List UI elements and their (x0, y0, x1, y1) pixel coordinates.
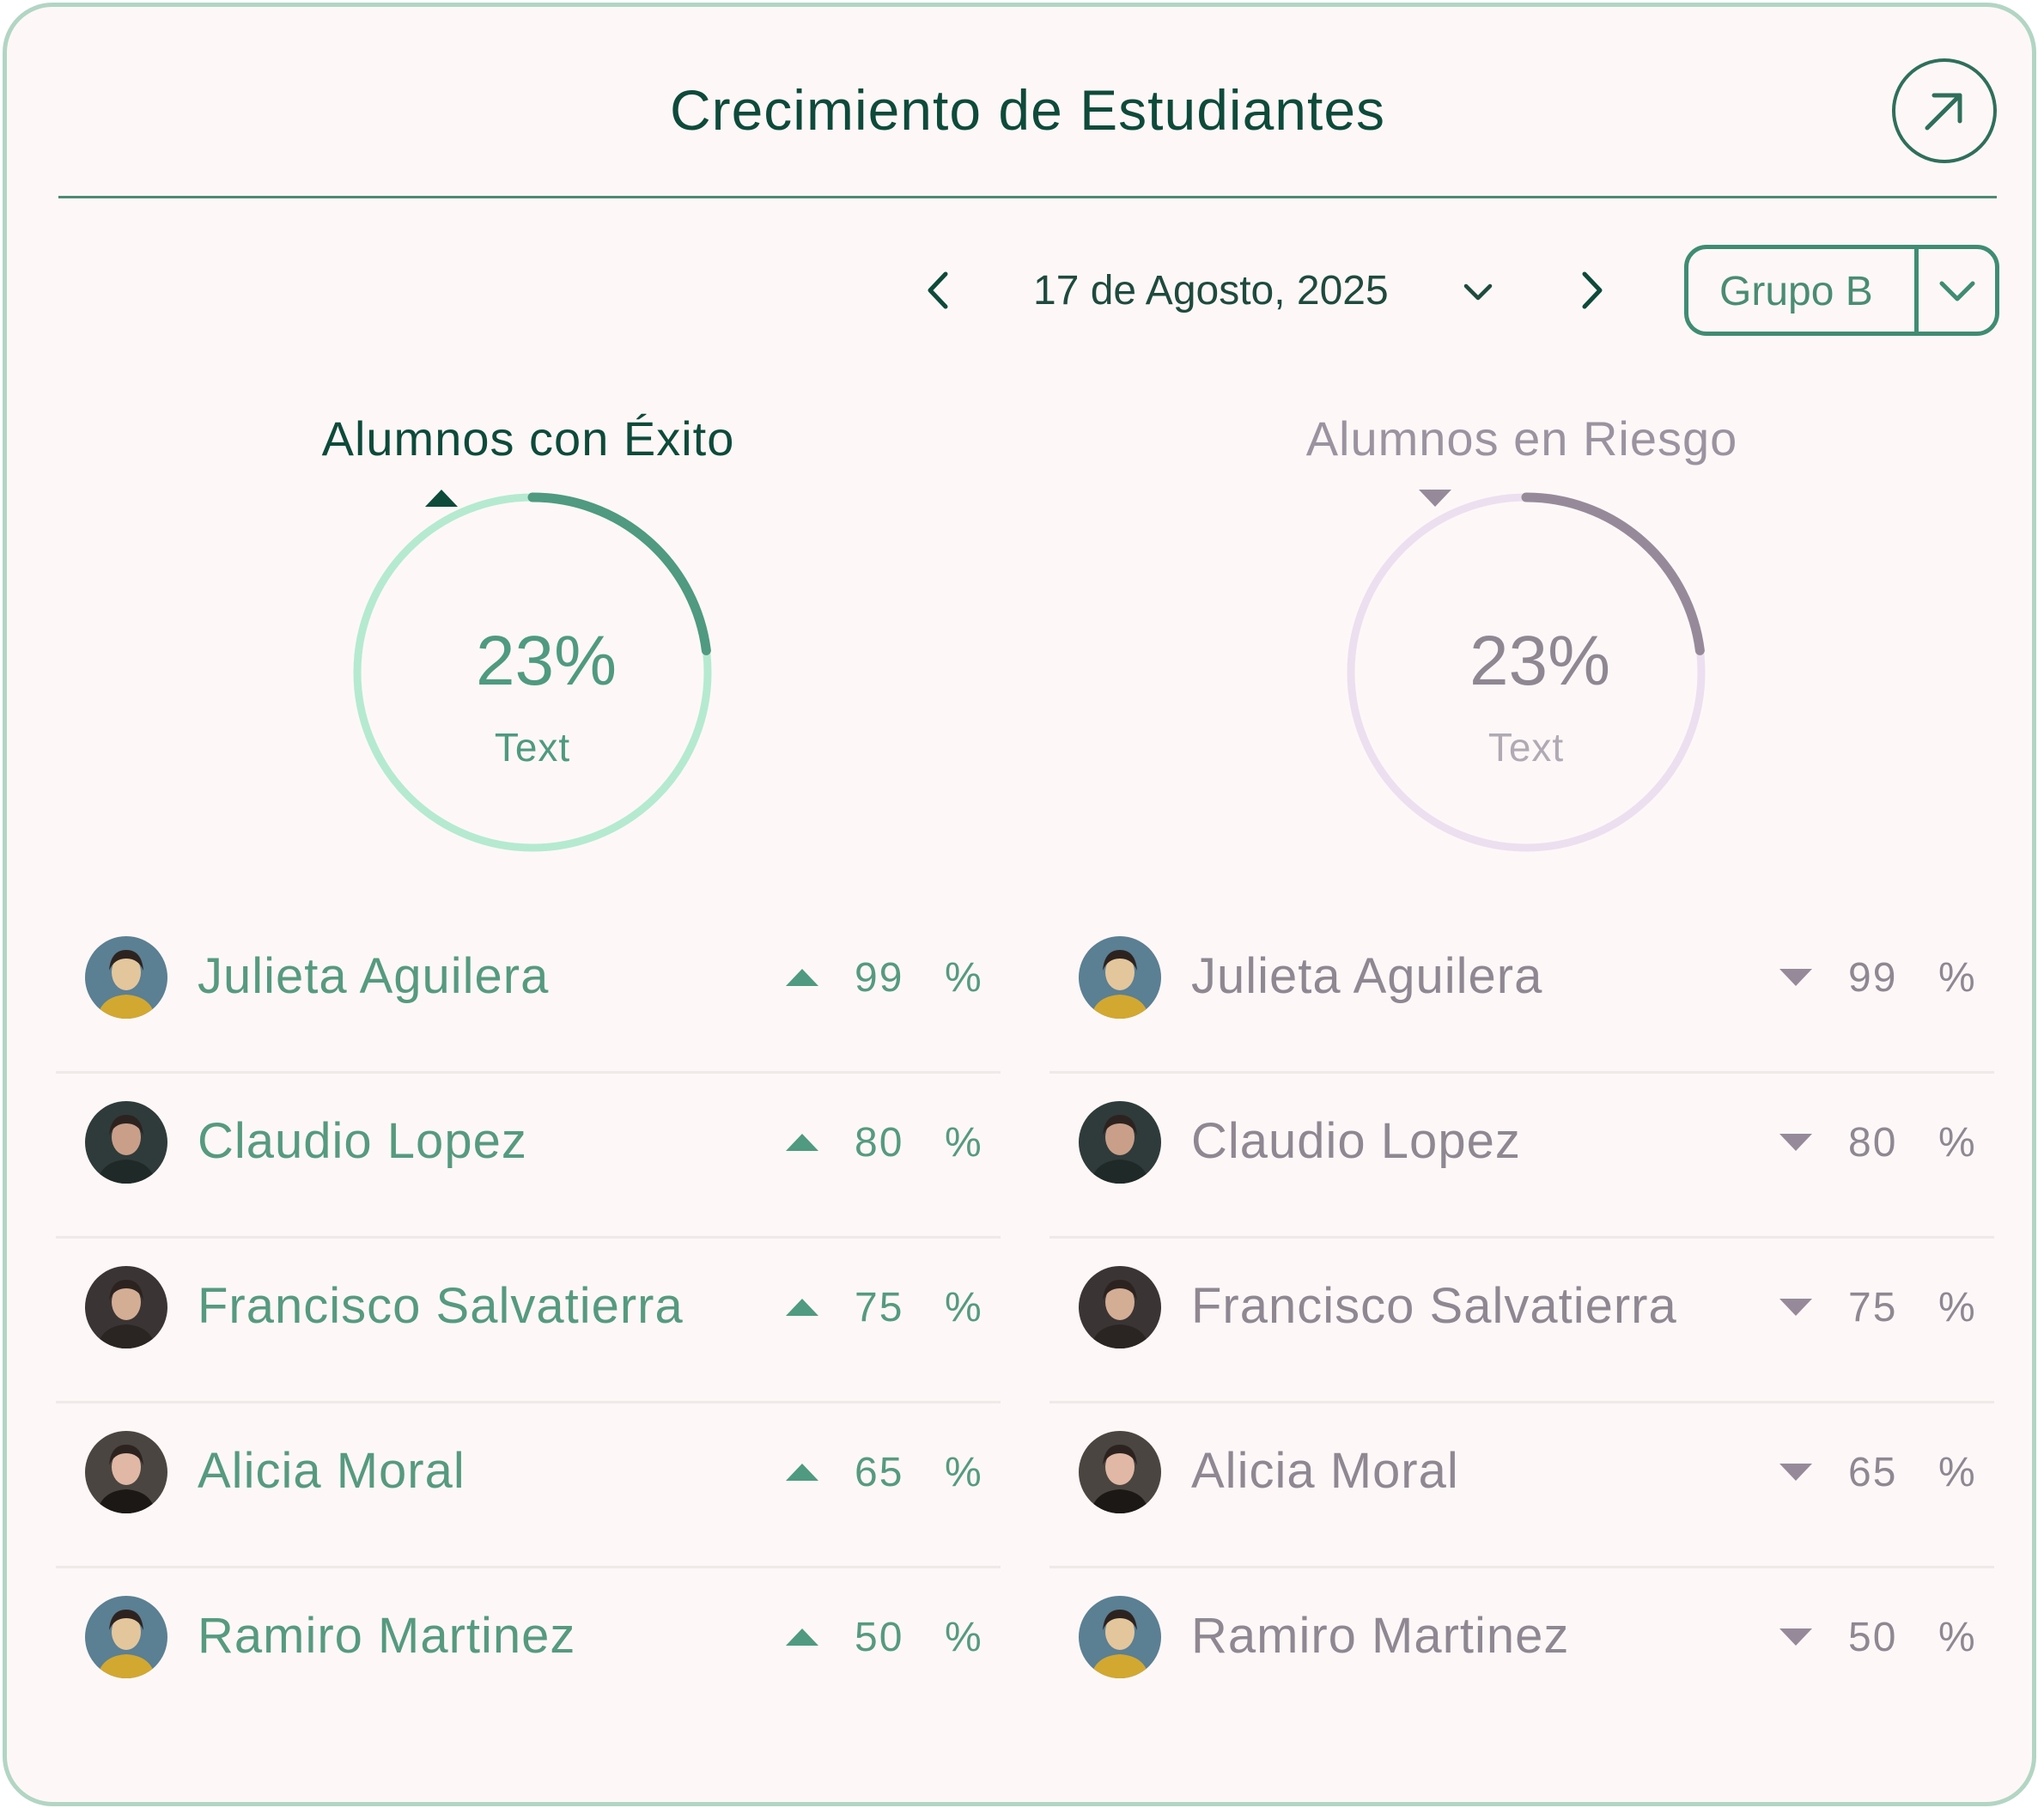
caret-down-icon (1779, 1464, 1812, 1481)
percent-sign: % (945, 1450, 982, 1495)
student-name: Alicia Moral (198, 1443, 465, 1499)
caret-down-icon (1779, 1134, 1812, 1151)
student-percentage: 65 (855, 1450, 904, 1495)
student-row[interactable]: Julieta Aguilera 99% (1049, 909, 1994, 1074)
student-percentage: 75 (855, 1285, 904, 1330)
student-row[interactable]: Francisco Salvatierra 75% (56, 1239, 1001, 1403)
student-percentage: 75 (1848, 1285, 1898, 1330)
success-student-list: Julieta Aguilera 99% Claudio Lopez 80% Franc… (56, 909, 1001, 1733)
avatar (1079, 936, 1161, 1019)
percent-sign: % (945, 1285, 982, 1330)
avatar (1079, 1101, 1161, 1184)
avatar (85, 1266, 167, 1348)
student-percentage: 50 (855, 1615, 904, 1660)
risk-panel-title: Alumnos en Riesgo (1305, 411, 1738, 466)
success-gauge-caption: Text (494, 725, 571, 770)
avatar (85, 936, 167, 1019)
caret-down-icon (1779, 1628, 1812, 1646)
percent-sign: % (945, 955, 982, 1001)
caret-up-icon (786, 1464, 818, 1481)
student-row[interactable]: Claudio Lopez 80% (56, 1074, 1001, 1239)
caret-up-icon (786, 1628, 818, 1646)
student-row[interactable]: Claudio Lopez 80% (1049, 1074, 1994, 1239)
caret-up-icon (425, 490, 458, 507)
student-row[interactable]: Julieta Aguilera 99% (56, 909, 1001, 1074)
percent-sign: % (1938, 1450, 1975, 1495)
student-percentage: 80 (1848, 1120, 1898, 1166)
student-row[interactable]: Alicia Moral 65% (56, 1403, 1001, 1568)
student-percentage: 65 (1848, 1450, 1898, 1495)
caret-up-icon (786, 1134, 818, 1151)
avatar (85, 1431, 167, 1513)
caret-up-icon (786, 969, 818, 986)
caret-up-icon (786, 1299, 818, 1316)
percent-sign: % (1938, 1615, 1975, 1660)
percent-sign: % (945, 1615, 982, 1660)
student-name: Claudio Lopez (1191, 1113, 1521, 1169)
student-name: Alicia Moral (1191, 1443, 1459, 1499)
student-name: Francisco Salvatierra (198, 1278, 684, 1334)
caret-down-icon (1779, 1299, 1812, 1316)
avatar (1079, 1431, 1161, 1513)
avatar (85, 1101, 167, 1184)
student-growth-card: Crecimiento de Estudiantes 17 de Agosto,… (3, 3, 2036, 1806)
avatar (85, 1596, 167, 1678)
percent-sign: % (945, 1120, 982, 1166)
student-row[interactable]: Ramiro Martinez 50% (1049, 1568, 1994, 1733)
avatar (1079, 1596, 1161, 1678)
risk-gauge-caption: Text (1487, 725, 1565, 770)
student-name: Claudio Lopez (198, 1113, 527, 1169)
success-panel-title: Alumnos con Éxito (321, 411, 735, 466)
success-gauge: 23% Text (348, 488, 717, 857)
student-name: Ramiro Martinez (1191, 1608, 1570, 1664)
avatar (1079, 1266, 1161, 1348)
student-percentage: 99 (1848, 955, 1898, 1001)
student-name: Ramiro Martinez (198, 1608, 576, 1664)
student-name: Francisco Salvatierra (1191, 1278, 1677, 1334)
student-row[interactable]: Francisco Salvatierra 75% (1049, 1239, 1994, 1403)
risk-panel: Alumnos en Riesgo 23% Text Julieta Aguil… (1049, 7, 1994, 1811)
student-percentage: 99 (855, 955, 904, 1001)
risk-gauge: 23% Text (1341, 488, 1711, 857)
risk-student-list: Julieta Aguilera 99% Claudio Lopez 80% Franc… (1049, 909, 1994, 1733)
percent-sign: % (1938, 1285, 1975, 1330)
success-gauge-value: 23% (475, 622, 617, 700)
student-percentage: 50 (1848, 1615, 1898, 1660)
student-percentage: 80 (855, 1120, 904, 1166)
percent-sign: % (1938, 1120, 1975, 1166)
student-name: Julieta Aguilera (198, 948, 550, 1004)
success-panel: Alumnos con Éxito 23% Text Julieta Aguil… (56, 7, 1001, 1811)
student-row[interactable]: Alicia Moral 65% (1049, 1403, 1994, 1568)
student-row[interactable]: Ramiro Martinez 50% (56, 1568, 1001, 1733)
caret-down-icon (1419, 490, 1451, 507)
caret-down-icon (1779, 969, 1812, 986)
student-name: Julieta Aguilera (1191, 948, 1543, 1004)
risk-gauge-value: 23% (1469, 622, 1611, 700)
percent-sign: % (1938, 955, 1975, 1001)
